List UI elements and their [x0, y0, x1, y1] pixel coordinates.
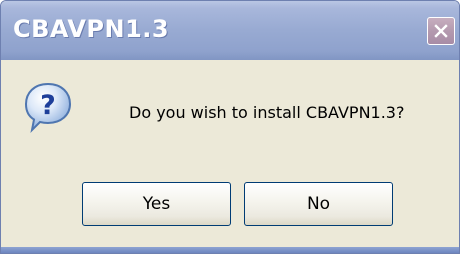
no-button[interactable]: No — [244, 182, 393, 226]
no-button-label: No — [306, 194, 331, 214]
close-button[interactable] — [427, 17, 455, 45]
yes-button-label: Yes — [142, 194, 171, 214]
window-bottom-border — [1, 247, 459, 253]
window-title: CBAVPN1.3 — [13, 15, 170, 43]
close-icon — [433, 23, 449, 39]
yes-button[interactable]: Yes — [82, 182, 231, 226]
dialog-window: CBAVPN1.3 ? Do you wish to install CBAVP… — [0, 0, 460, 254]
question-icon: ? — [23, 81, 73, 134]
dialog-message: Do you wish to install CBAVPN1.3? — [129, 103, 405, 122]
svg-text:?: ? — [40, 90, 56, 121]
dialog-body: ? Do you wish to install CBAVPN1.3? Yes … — [1, 60, 459, 253]
title-bar[interactable]: CBAVPN1.3 — [1, 1, 459, 60]
